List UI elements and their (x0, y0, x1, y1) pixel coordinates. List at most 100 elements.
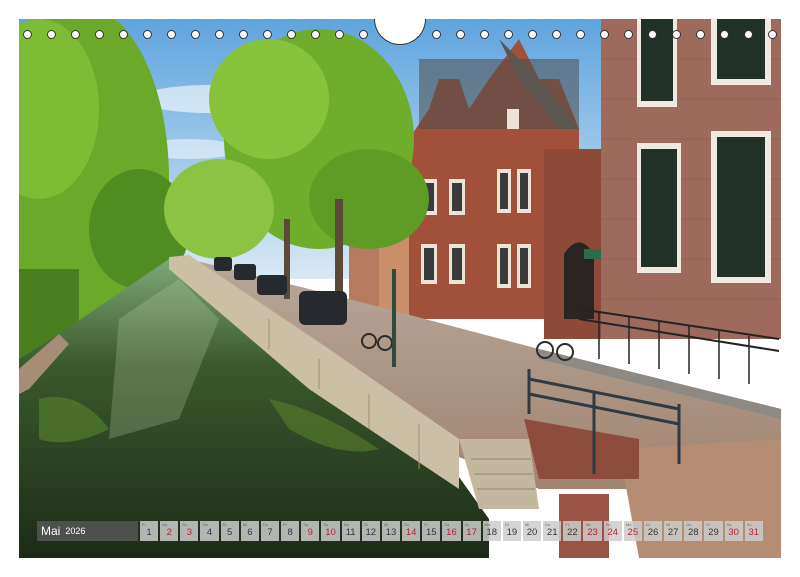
binding-ring (95, 29, 105, 39)
weekday-label: Mi (383, 522, 389, 527)
day-cell: Fr 29 (704, 521, 723, 541)
day-number: 14 (405, 527, 417, 538)
day-cell: Fr 8 (281, 521, 300, 541)
month-year: 2026 (65, 526, 86, 536)
day-cell: Do 21 (543, 521, 562, 541)
binding-ring (767, 29, 777, 39)
day-number: 9 (307, 527, 313, 538)
binding-ring (47, 29, 57, 39)
month-name: Mai (41, 524, 61, 538)
binding-ring (503, 29, 513, 39)
weekday-label: So (323, 522, 329, 527)
day-cell: Di 12 (361, 521, 380, 541)
weekday-label: Sa (444, 522, 450, 527)
weekday-label: Di (222, 522, 227, 527)
binding-ring (575, 29, 585, 39)
day-number: 22 (567, 527, 578, 538)
day-number: 7 (267, 527, 273, 538)
day-cell: Do 14 (402, 521, 421, 541)
day-number: 3 (186, 527, 193, 538)
weekday-label: Fr (283, 522, 287, 527)
day-cell: Mi 6 (240, 521, 259, 541)
day-number: 20 (526, 527, 538, 538)
day-number: 19 (506, 527, 518, 538)
day-cell: Sa 16 (442, 521, 461, 541)
weekday-label: Mo (484, 522, 491, 527)
day-cell: Mo 18 (482, 521, 501, 541)
binding-ring (743, 29, 753, 39)
weekday-label: So (464, 522, 470, 527)
day-number: 4 (206, 527, 213, 538)
day-number: 29 (708, 527, 719, 538)
day-cell: So 31 (744, 521, 763, 541)
day-cell: So 17 (462, 521, 481, 541)
day-number: 16 (446, 527, 457, 538)
day-number: 30 (728, 527, 739, 538)
day-cell: So 24 (603, 521, 622, 541)
day-number: 26 (647, 527, 659, 538)
weekday-label: So (182, 522, 188, 527)
binding-ring (23, 29, 32, 39)
weekday-label: Mi (524, 522, 530, 527)
day-cell: Fr 15 (422, 521, 441, 541)
day-number: 1 (146, 527, 152, 538)
day-number: 8 (287, 527, 293, 538)
day-number: 6 (247, 527, 253, 538)
day-cell: Di 26 (643, 521, 663, 541)
day-number: 12 (365, 527, 377, 538)
binding-ring (287, 29, 297, 39)
day-number: 21 (546, 527, 558, 538)
day-number: 23 (587, 527, 598, 538)
binding-ring (359, 29, 369, 39)
binding-ring (695, 29, 705, 39)
day-number: 17 (466, 527, 477, 538)
day-number: 25 (627, 527, 639, 538)
weekday-label: Mo (202, 522, 209, 527)
weekday-label: Mo (625, 522, 632, 527)
weekday-label: Mo (343, 522, 350, 527)
binding-ring (263, 29, 273, 39)
calendar-strip: Mai 2026 Fr 1 Sa 2 So 3 Mo 4 Di 5 Mi 6 Do 7 Fr 8 Sa 9 So 10… (37, 521, 763, 541)
day-cell: Mo 11 (341, 521, 360, 541)
binding-ring (215, 29, 225, 39)
month-label: Mai 2026 (37, 521, 138, 541)
weekday-label: So (746, 522, 752, 527)
weekday-label: So (605, 522, 611, 527)
day-cell: Sa 9 (301, 521, 320, 541)
weekday-label: Sa (162, 522, 168, 527)
day-cell: Mo 4 (200, 521, 219, 541)
weekday-label: Fr (706, 522, 711, 527)
weekday-label: Sa (585, 522, 591, 527)
weekday-label: Do (404, 522, 410, 527)
day-cells: Fr 1 Sa 2 So 3 Mo 4 Di 5 Mi 6 Do 7 Fr 8 Sa 9 So 10 Mo 11 Di 12 M… (140, 521, 763, 541)
binding-ring (527, 29, 537, 39)
day-cell: Di 19 (502, 521, 521, 541)
binding-ring (311, 29, 321, 39)
day-number: 11 (345, 527, 356, 538)
weekday-label: Mi (666, 522, 671, 527)
binding-ring (335, 29, 345, 39)
binding-ring (191, 29, 201, 39)
day-cell: Do 28 (684, 521, 703, 541)
weekday-label: Sa (726, 522, 732, 527)
day-number: 2 (166, 527, 172, 538)
weekday-label: Di (645, 522, 650, 527)
day-number: 27 (667, 527, 679, 538)
day-cell: Fr 22 (563, 521, 582, 541)
binding-ring (599, 29, 609, 39)
day-cell: Sa 30 (724, 521, 743, 541)
weekday-label: Do (686, 522, 692, 527)
weekday-label: Mi (242, 522, 248, 527)
day-cell: Di 5 (220, 521, 239, 541)
day-cell: So 3 (180, 521, 199, 541)
day-number: 31 (748, 527, 760, 538)
weekday-label: Di (504, 522, 509, 527)
day-number: 13 (385, 527, 397, 538)
canal-street-photo (19, 19, 781, 558)
binding-ring (167, 29, 177, 39)
weekday-label: Fr (424, 522, 428, 527)
weekday-label: Fr (142, 522, 146, 527)
day-cell: Mi 27 (664, 521, 683, 541)
day-cell: Mi 20 (522, 521, 542, 541)
binding-ring (119, 29, 129, 39)
